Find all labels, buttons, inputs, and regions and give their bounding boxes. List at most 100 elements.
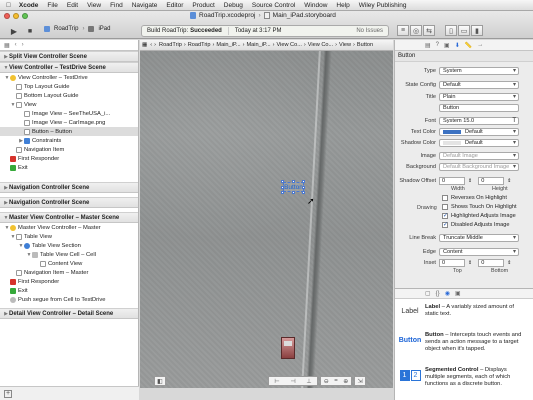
- shadow-offset-width[interactable]: 0: [439, 177, 465, 185]
- disabled-adjusts-checkbox[interactable]: ✓ Disabled Adjusts Image: [442, 222, 509, 228]
- jump-item-3[interactable]: Main_iP...: [246, 42, 270, 48]
- stop-button[interactable]: ■: [23, 26, 37, 37]
- outline-first-responder[interactable]: First Responder: [0, 154, 138, 163]
- outline-table-section[interactable]: ▼ Table View Section: [0, 241, 138, 250]
- font-field[interactable]: System 15.0 T: [439, 117, 519, 125]
- stepper-icon[interactable]: ⇕: [468, 260, 472, 266]
- inset-bottom[interactable]: 0: [478, 259, 505, 267]
- connections-inspector-icon[interactable]: →: [477, 42, 483, 48]
- scene-navigation-1[interactable]: ▶ Navigation Controller Scene: [0, 182, 138, 193]
- reverses-checkbox[interactable]: Reverses On Highlight: [442, 195, 507, 201]
- scene-master[interactable]: ▼ Master View Controller – Master Scene: [0, 212, 138, 223]
- forward-icon[interactable]: ›: [22, 42, 24, 48]
- outline-table-view[interactable]: ▼ Table View: [0, 232, 138, 241]
- scene-split-view[interactable]: ▶ Split View Controller Scene: [0, 51, 138, 62]
- jump-item-5[interactable]: View Co...: [308, 42, 333, 48]
- outline-image-view-2[interactable]: Image View – CarImage.png: [0, 118, 138, 127]
- toggle-navigator-button[interactable]: ▯: [445, 25, 457, 36]
- forward-arrow-icon[interactable]: ›: [154, 42, 156, 48]
- menu-debug[interactable]: Debug: [224, 2, 243, 9]
- resolve-icon[interactable]: ⊥: [306, 378, 311, 385]
- jump-item-0[interactable]: RoadTrip: [159, 42, 182, 48]
- outline-content-view[interactable]: Content View: [0, 259, 138, 268]
- close-window-button[interactable]: [4, 13, 10, 19]
- scene-detail[interactable]: ▶ Detail View Controller – Detail Scene: [0, 308, 138, 319]
- text-color-select[interactable]: Default: [439, 128, 519, 136]
- zoom-window-button[interactable]: [22, 13, 28, 19]
- jump-item-4[interactable]: View Co...: [276, 42, 301, 48]
- background-select[interactable]: Default Background Image: [439, 163, 519, 171]
- menu-window[interactable]: Window: [304, 2, 327, 9]
- outline-segue[interactable]: Push segue from Cell to TestDrive: [0, 295, 138, 304]
- outline-exit-2[interactable]: Exit: [0, 286, 138, 295]
- library-item-button[interactable]: Button Button – Intercepts touch events …: [395, 332, 533, 353]
- menu-source-control[interactable]: Source Control: [252, 2, 295, 9]
- outline-view[interactable]: ▼ View: [0, 100, 138, 109]
- line-break-select[interactable]: Truncate Middle: [439, 234, 519, 242]
- inset-top[interactable]: 0: [439, 259, 465, 267]
- outline-constraints[interactable]: ▶ Constraints: [0, 136, 138, 145]
- state-select[interactable]: Default: [439, 81, 519, 89]
- outline-table-cell[interactable]: ▼ Table View Cell – Cell: [0, 250, 138, 259]
- menu-product[interactable]: Product: [192, 2, 214, 9]
- shadow-color-select[interactable]: Default: [439, 139, 519, 147]
- align-icon[interactable]: ⊢: [274, 378, 279, 385]
- menu-file[interactable]: File: [47, 2, 57, 9]
- stepper-icon[interactable]: ⇕: [468, 178, 472, 184]
- jump-item-7[interactable]: Button: [357, 42, 373, 48]
- resize-handle[interactable]: [302, 191, 305, 194]
- media-library-icon[interactable]: ▣: [455, 290, 461, 297]
- menu-navigate[interactable]: Navigate: [132, 2, 158, 9]
- scene-testdrive[interactable]: ▼ View Controller – TestDrive Scene: [0, 62, 138, 73]
- edge-select[interactable]: Content: [439, 248, 519, 256]
- quick-help-icon[interactable]: ?: [436, 42, 439, 48]
- outline-nav-item-master[interactable]: Navigation Item – Master: [0, 268, 138, 277]
- outline-top-guide[interactable]: Top Layout Guide: [0, 82, 138, 91]
- resize-button[interactable]: ⇲: [354, 376, 366, 386]
- resize-handle[interactable]: [292, 180, 295, 183]
- scene-navigation-2[interactable]: ▶ Navigation Controller Scene: [0, 197, 138, 208]
- zoom-fit-icon[interactable]: =: [334, 378, 338, 384]
- title-select[interactable]: Plain: [439, 93, 519, 101]
- grid-icon[interactable]: ▦: [4, 42, 10, 49]
- library-item-segmented[interactable]: 1 2 Segmented Control – Displays multipl…: [395, 367, 533, 388]
- attributes-inspector-icon[interactable]: ⬇: [455, 42, 460, 49]
- resize-handle[interactable]: [281, 191, 284, 194]
- outline-master-vc[interactable]: ▼ Master View Controller – Master: [0, 223, 138, 232]
- image-select[interactable]: Default Image: [439, 152, 519, 160]
- resize-handle[interactable]: [302, 180, 305, 183]
- resize-handle[interactable]: [281, 180, 284, 183]
- pin-icon[interactable]: ⊣: [290, 378, 295, 385]
- assistant-editor-button[interactable]: ◎: [410, 25, 422, 36]
- run-button[interactable]: ▶: [7, 26, 21, 37]
- shows-touch-checkbox[interactable]: Shows Touch On Highlight: [442, 204, 517, 210]
- apple-icon[interactable]: : [6, 2, 11, 9]
- resize-handle[interactable]: [302, 186, 305, 189]
- zoom-in-icon[interactable]: ⊕: [343, 378, 348, 385]
- back-icon[interactable]: ‹: [15, 42, 17, 48]
- identity-inspector-icon[interactable]: ▣: [444, 42, 450, 49]
- toggle-outline-button[interactable]: ◧: [154, 376, 166, 386]
- menu-find[interactable]: Find: [110, 2, 123, 9]
- type-select[interactable]: System: [439, 67, 519, 75]
- highlighted-adjusts-checkbox[interactable]: ✓ Highlighted Adjusts Image: [442, 213, 516, 219]
- standard-editor-button[interactable]: ≡: [397, 25, 409, 36]
- outline-first-responder-2[interactable]: First Responder: [0, 277, 138, 286]
- toggle-debug-button[interactable]: ▭: [458, 25, 470, 36]
- library-item-label[interactable]: Label Label – A variably sized amount of…: [395, 304, 533, 318]
- outline-exit[interactable]: Exit: [0, 163, 138, 172]
- menu-edit[interactable]: Edit: [67, 2, 78, 9]
- minimize-window-button[interactable]: [13, 13, 19, 19]
- stepper-icon[interactable]: ⇕: [507, 178, 511, 184]
- font-picker-icon[interactable]: T: [512, 118, 516, 124]
- resize-handle[interactable]: [281, 186, 284, 189]
- shadow-offset-height[interactable]: 0: [478, 177, 505, 185]
- scheme-selector[interactable]: RoadTrip › iPad: [44, 26, 110, 32]
- jump-item-6[interactable]: View: [339, 42, 351, 48]
- resize-handle[interactable]: [292, 191, 295, 194]
- outline-button[interactable]: Button – Button: [0, 127, 138, 136]
- back-arrow-icon[interactable]: ‹: [150, 42, 152, 48]
- title-text-field[interactable]: Button: [439, 104, 519, 112]
- code-snippet-icon[interactable]: {}: [436, 291, 440, 297]
- file-inspector-icon[interactable]: ▤: [425, 42, 431, 49]
